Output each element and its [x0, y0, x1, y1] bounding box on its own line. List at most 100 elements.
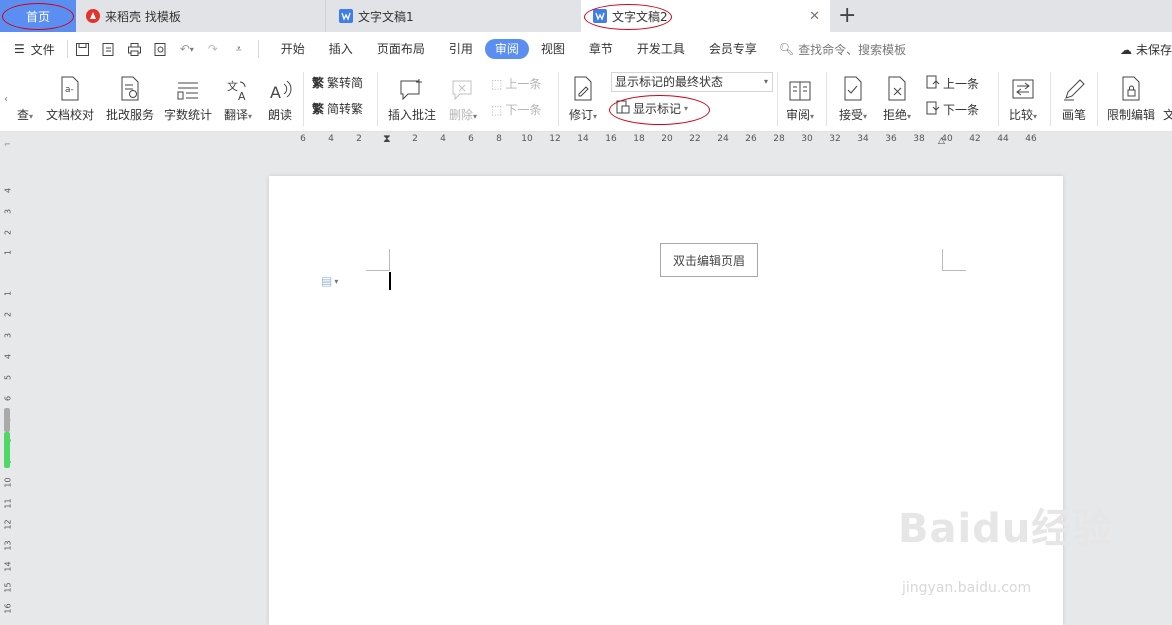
menu-developer[interactable]: 开发工具: [625, 39, 697, 59]
partial-right-label: 文: [1162, 108, 1172, 122]
partial-right-button[interactable]: 文: [1162, 72, 1172, 123]
menu-row: ☰ 文件 ↶ ▾ ↷ ⩡ 开始 插入 页面布局 引用 审阅 视图 章节 开发工具 …: [0, 32, 1172, 66]
doc-proof-button[interactable]: a- 文档校对: [44, 72, 96, 123]
ribbon-scroll-left-icon[interactable]: ‹: [0, 66, 12, 132]
restrict-edit-button[interactable]: 限制编辑: [1104, 72, 1158, 123]
delete-comment-button[interactable]: 删除▾: [444, 72, 482, 123]
close-icon[interactable]: ✕: [809, 9, 820, 24]
file-menu-button[interactable]: ☰ 文件: [14, 41, 55, 58]
crop-mark: [942, 249, 966, 271]
paragraph-options-icon[interactable]: ▤ ▾: [321, 274, 338, 288]
accept-icon: [834, 72, 872, 102]
cloud-save-status[interactable]: ☁ 未保存: [1120, 41, 1172, 58]
svg-text:A: A: [270, 83, 281, 102]
accept-button[interactable]: 接受▾: [834, 72, 872, 123]
partial-left-button[interactable]: 查▾: [12, 72, 38, 123]
ruler-number: 10: [3, 477, 13, 488]
divider: [257, 40, 259, 58]
menu-chapter[interactable]: 章节: [577, 39, 625, 59]
undo-icon[interactable]: ↶ ▾: [178, 40, 196, 58]
add-tab-icon[interactable]: +: [838, 3, 856, 28]
menu-reference[interactable]: 引用: [437, 39, 485, 59]
divider: [998, 72, 999, 126]
ruler-number: 8: [496, 134, 502, 144]
cloud-icon: ☁: [1119, 42, 1132, 57]
prev-change-label: 上一条: [943, 77, 980, 91]
tab-doc2[interactable]: 文字文稿2 ✕: [581, 0, 830, 32]
svg-text:a-: a-: [65, 85, 74, 95]
menu-view[interactable]: 视图: [529, 39, 577, 59]
divider: [777, 72, 778, 126]
export-pdf-icon[interactable]: [100, 40, 118, 58]
menu-start[interactable]: 开始: [269, 39, 317, 59]
crop-mark: [366, 249, 390, 271]
review-pane-label: 审阅: [785, 108, 810, 122]
reject-button[interactable]: 拒绝▾: [878, 72, 916, 123]
tab-daoke[interactable]: 来稻壳 找模板: [76, 0, 326, 32]
ruler-number: 42: [969, 134, 981, 144]
tab-home[interactable]: 首页: [0, 0, 76, 32]
compare-button[interactable]: 比较▾: [1004, 72, 1042, 123]
translate-icon: 文A: [220, 72, 256, 102]
word-count-label: 字数统计: [163, 108, 212, 122]
redo-icon[interactable]: ↷: [204, 40, 222, 58]
ruler-number: 1: [3, 290, 13, 297]
document-page[interactable]: 双击编辑页眉 ▤ ▾: [269, 176, 1063, 625]
svg-text:文: 文: [227, 79, 238, 93]
next-change-button[interactable]: 下一条: [926, 101, 979, 118]
ruler-number: 1: [3, 249, 13, 256]
indent-marker-icon[interactable]: ⧗: [383, 132, 391, 146]
review-pane-button[interactable]: 审阅▾: [782, 72, 818, 123]
read-aloud-icon: A: [262, 72, 298, 102]
prev-comment-icon: ⬚: [491, 76, 503, 91]
vertical-ruler-margin[interactable]: [4, 408, 10, 432]
insert-comment-button[interactable]: 插入批注: [384, 72, 440, 123]
next-comment-button[interactable]: ⬚ 下一条: [491, 101, 541, 118]
divider: [1097, 72, 1098, 126]
print-preview-icon[interactable]: [152, 40, 170, 58]
ruler-number: 2: [356, 134, 362, 144]
header-edit-hint[interactable]: 双击编辑页眉: [660, 243, 758, 277]
cloud-save-label: 未保存: [1135, 43, 1172, 57]
review-service-icon: [104, 72, 156, 102]
prev-comment-button[interactable]: ⬚ 上一条: [491, 75, 541, 92]
menu-member[interactable]: 会员专享: [697, 39, 769, 59]
command-search[interactable]: 🔍︎ 查找命令、搜索模板: [779, 41, 906, 58]
tab-doc1[interactable]: 文字文稿1: [327, 0, 580, 32]
review-service-button[interactable]: 批改服务: [104, 72, 156, 123]
ruler-number: 6: [3, 395, 13, 402]
pen-button[interactable]: 画笔: [1056, 72, 1092, 123]
track-changes-icon: [564, 72, 602, 102]
word-count-icon: [162, 72, 214, 102]
file-menu-label: 文件: [30, 42, 55, 57]
tab-bar: 首页 来稻壳 找模板 文字文稿1 文字文稿2 ✕ +: [0, 0, 1172, 32]
menu-insert[interactable]: 插入: [317, 39, 365, 59]
translate-button[interactable]: 文A 翻译▾: [220, 72, 256, 123]
ruler-number: 28: [773, 134, 785, 144]
print-icon[interactable]: [126, 40, 144, 58]
customize-qa-icon[interactable]: ⩡: [230, 40, 248, 58]
ruler-number: 6: [468, 134, 474, 144]
review-ribbon: ‹ 查▾ a- 文档校对 批改服务 字数统计 文A 翻译▾ A 朗读 繁 繁转简…: [0, 66, 1172, 132]
tab-home-label: 首页: [25, 9, 50, 24]
word-count-button[interactable]: 字数统计: [162, 72, 214, 123]
menu-layout[interactable]: 页面布局: [365, 39, 437, 59]
prev-change-button[interactable]: 上一条: [926, 75, 979, 92]
trad-to-simp-button[interactable]: 繁 繁转简: [312, 74, 363, 91]
show-markup-button[interactable]: 显示标记 ▾: [616, 100, 688, 117]
next-comment-icon: ⬚: [491, 102, 503, 117]
next-change-label: 下一条: [943, 103, 980, 117]
read-aloud-button[interactable]: A 朗读: [262, 72, 298, 123]
right-indent-marker-icon[interactable]: △: [938, 136, 945, 146]
track-changes-button[interactable]: 修订▾: [564, 72, 602, 123]
markup-state-value: 显示标记的最终状态: [615, 75, 724, 89]
simp-to-trad-button[interactable]: 繁 简转繁: [312, 100, 363, 117]
insert-comment-icon: [384, 72, 440, 102]
ruler-number: 13: [3, 540, 13, 551]
divider: [826, 72, 827, 126]
menu-review[interactable]: 审阅: [484, 39, 529, 59]
review-pane-icon: [782, 72, 818, 102]
save-icon[interactable]: [74, 40, 92, 58]
ruler-number: 3: [3, 208, 13, 215]
markup-state-select[interactable]: 显示标记的最终状态 ▾: [611, 72, 773, 92]
